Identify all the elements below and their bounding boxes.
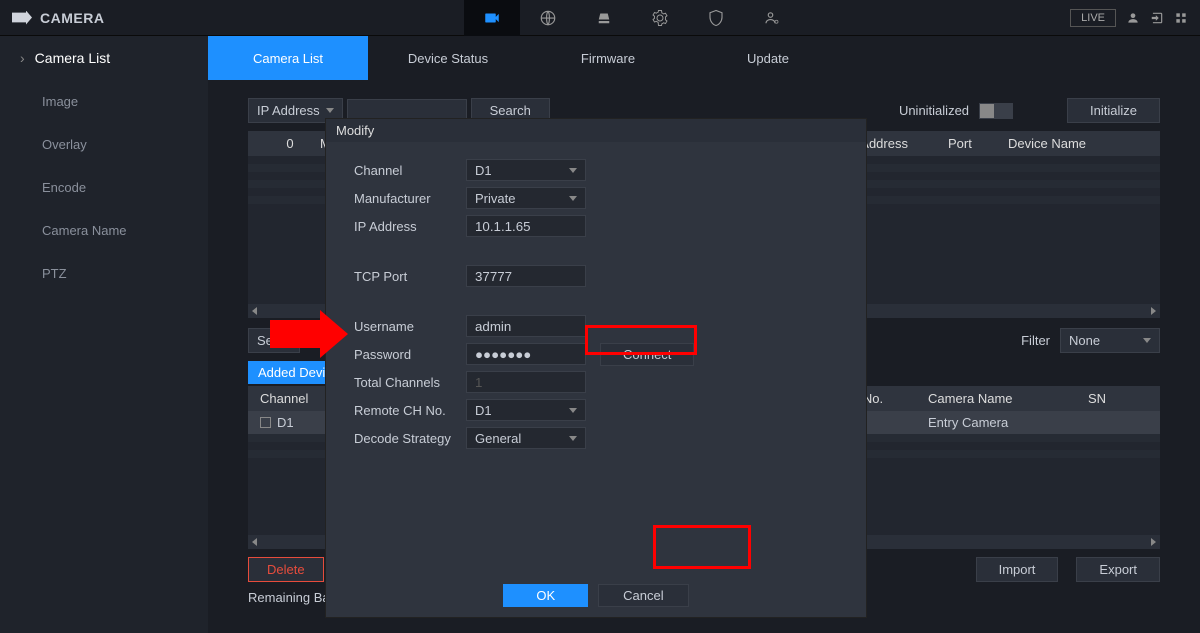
topbar: CAMERA LIVE <box>0 0 1200 36</box>
modal-title: Modify <box>326 119 866 142</box>
tcp-input[interactable] <box>466 265 586 287</box>
tabs: Camera List Device Status Firmware Updat… <box>208 36 1200 80</box>
sidebar-item-encode[interactable]: Encode <box>0 166 208 209</box>
sidebar-header-label: Camera List <box>35 50 110 66</box>
uninitialized-toggle[interactable] <box>979 103 1013 119</box>
username-label: Username <box>354 319 466 334</box>
camera-icon <box>12 11 32 25</box>
th-camera-name: Camera Name <box>928 391 1088 406</box>
password-input[interactable] <box>466 343 586 365</box>
row-channel: D1 <box>277 415 294 430</box>
tcp-label: TCP Port <box>354 269 466 284</box>
import-button[interactable]: Import <box>976 557 1059 582</box>
scroll-right-icon[interactable] <box>1151 307 1156 315</box>
uninitialized-label: Uninitialized <box>899 103 969 118</box>
modify-modal: Modify Channel D1 Manufacturer Private I… <box>325 118 867 618</box>
th-count: 0 <box>260 136 320 151</box>
password-label: Password <box>354 347 466 362</box>
system-nav-icon[interactable] <box>632 0 688 36</box>
scroll-left-icon[interactable] <box>252 538 257 546</box>
scroll-left-icon[interactable] <box>252 307 257 315</box>
tab-firmware[interactable]: Firmware <box>528 36 688 80</box>
filter-label: Filter <box>1021 333 1050 348</box>
storage-nav-icon[interactable] <box>576 0 632 36</box>
ok-button[interactable]: OK <box>503 584 588 607</box>
chevron-down-icon <box>1143 338 1151 343</box>
search-devices-button[interactable]: Searc <box>248 328 300 353</box>
logout-icon[interactable] <box>1150 11 1164 25</box>
ip-input[interactable] <box>466 215 586 237</box>
sidebar-header[interactable]: › Camera List <box>0 36 208 80</box>
sidebar-item-overlay[interactable]: Overlay <box>0 123 208 166</box>
sidebar-item-camera-name[interactable]: Camera Name <box>0 209 208 252</box>
topbar-left: CAMERA <box>12 10 104 26</box>
chevron-right-icon: › <box>20 50 25 66</box>
remote-ch-select[interactable]: D1 <box>466 399 586 421</box>
initialize-button[interactable]: Initialize <box>1067 98 1160 123</box>
th-sn: SN <box>1088 391 1148 406</box>
ip-label: IP Address <box>354 219 466 234</box>
modal-body: Channel D1 Manufacturer Private IP Addre… <box>326 142 866 574</box>
cancel-button[interactable]: Cancel <box>598 584 688 607</box>
security-nav-icon[interactable] <box>688 0 744 36</box>
decode-select[interactable]: General <box>466 427 586 449</box>
sidebar-item-image[interactable]: Image <box>0 80 208 123</box>
topbar-right: LIVE <box>1070 9 1188 27</box>
export-button[interactable]: Export <box>1076 557 1160 582</box>
sidebar: › Camera List Image Overlay Encode Camer… <box>0 36 208 633</box>
chevron-down-icon <box>569 436 577 441</box>
th-device-name: Device Name <box>1008 136 1148 151</box>
network-nav-icon[interactable] <box>520 0 576 36</box>
chevron-down-icon <box>326 108 334 113</box>
tab-update[interactable]: Update <box>688 36 848 80</box>
live-badge[interactable]: LIVE <box>1070 9 1116 27</box>
delete-button[interactable]: Delete <box>248 557 324 582</box>
connect-button[interactable]: Connect <box>600 343 694 366</box>
chevron-down-icon <box>569 408 577 413</box>
modal-footer: OK Cancel <box>326 574 866 617</box>
total-channels-label: Total Channels <box>354 375 466 390</box>
username-input[interactable] <box>466 315 586 337</box>
camera-nav-icon[interactable] <box>464 0 520 36</box>
tab-device-status[interactable]: Device Status <box>368 36 528 80</box>
user-icon[interactable] <box>1126 11 1140 25</box>
total-channels-input <box>466 371 586 393</box>
manufacturer-select[interactable]: Private <box>466 187 586 209</box>
filter-by-value: IP Address <box>257 103 320 118</box>
row-camera-name: Entry Camera <box>928 415 1088 430</box>
filter-value: None <box>1069 333 1100 348</box>
grid-icon[interactable] <box>1174 11 1188 25</box>
th-port: Port <box>948 136 1008 151</box>
top-nav-icons <box>464 0 800 36</box>
manufacturer-label: Manufacturer <box>354 191 466 206</box>
channel-select[interactable]: D1 <box>466 159 586 181</box>
tab-camera-list[interactable]: Camera List <box>208 36 368 80</box>
chevron-down-icon <box>569 168 577 173</box>
decode-label: Decode Strategy <box>354 431 466 446</box>
chevron-down-icon <box>569 196 577 201</box>
sidebar-item-ptz[interactable]: PTZ <box>0 252 208 295</box>
scroll-right-icon[interactable] <box>1151 538 1156 546</box>
channel-label: Channel <box>354 163 466 178</box>
row-checkbox[interactable] <box>260 417 271 428</box>
topbar-title: CAMERA <box>40 10 104 26</box>
remote-ch-label: Remote CH No. <box>354 403 466 418</box>
account-nav-icon[interactable] <box>744 0 800 36</box>
added-devices-label: Added Devi <box>248 361 335 384</box>
filter-select[interactable]: None <box>1060 328 1160 353</box>
